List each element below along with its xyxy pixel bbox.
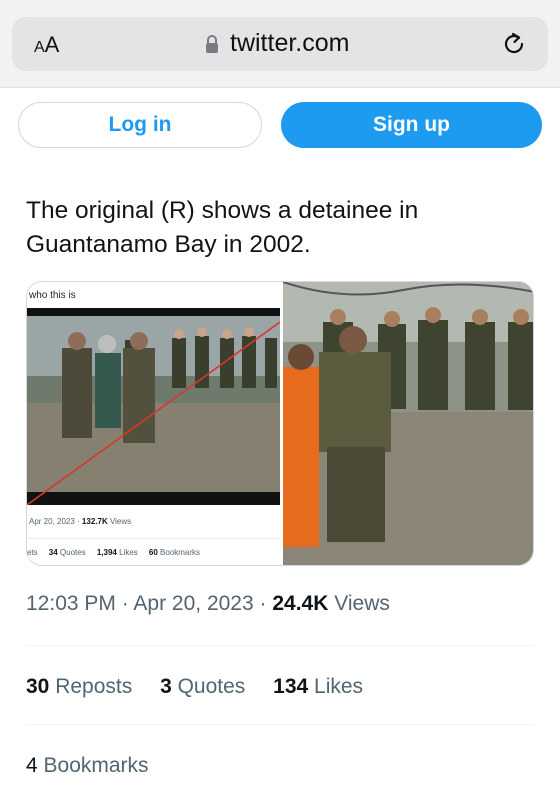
- divider: [26, 724, 534, 725]
- media-image-screenshot[interactable]: who this is Apr 20, 2023 · 132.7K Views …: [27, 282, 282, 565]
- reposts-stat[interactable]: 30 Reposts: [26, 675, 132, 698]
- embedded-stats: ets 34 Quotes 1,394 Likes 60 Bookmarks: [27, 548, 201, 557]
- auth-buttons: Log in Sign up: [18, 102, 542, 150]
- tweet-meta: 12:03 PM · Apr 20, 2023 · 24.4K Views: [26, 592, 390, 615]
- embedded-photo: [27, 308, 280, 505]
- text-size-button[interactable]: AA: [34, 32, 59, 58]
- divider: [26, 645, 534, 646]
- browser-toolbar: AA twitter.com: [0, 0, 560, 88]
- address-bar[interactable]: AA twitter.com: [12, 17, 548, 71]
- tweet-text-line: The original (R) shows a detainee in: [26, 197, 419, 224]
- lock-icon: [206, 35, 218, 53]
- embedded-caption: who this is: [29, 290, 76, 301]
- tweet-stats: 30 Reposts 3 Quotes 134 Likes: [26, 675, 385, 699]
- views-count: 24.4K: [272, 592, 329, 615]
- quotes-stat[interactable]: 3 Quotes: [160, 675, 245, 698]
- bookmarks-stat[interactable]: 4 Bookmarks: [26, 754, 149, 778]
- url-domain[interactable]: twitter.com: [230, 29, 349, 58]
- tweet-time[interactable]: 12:03 PM: [26, 592, 116, 615]
- reload-icon[interactable]: [500, 30, 528, 58]
- embedded-divider: [27, 538, 280, 539]
- views-label: Views: [328, 592, 390, 615]
- tweet-date[interactable]: Apr 20, 2023: [133, 592, 253, 615]
- tweet-text-line: Guantanamo Bay in 2002.: [26, 231, 311, 258]
- media-image-photo[interactable]: [282, 282, 533, 565]
- embedded-meta: Apr 20, 2023 · 132.7K Views: [29, 517, 132, 526]
- login-button[interactable]: Log in: [18, 102, 262, 148]
- signup-button[interactable]: Sign up: [281, 102, 542, 148]
- tweet-media[interactable]: who this is Apr 20, 2023 · 132.7K Views …: [26, 281, 534, 566]
- detainee-photo: [282, 282, 533, 565]
- tweet-text: The original (R) shows a detainee in Gua…: [26, 194, 526, 262]
- likes-stat[interactable]: 134 Likes: [273, 675, 363, 698]
